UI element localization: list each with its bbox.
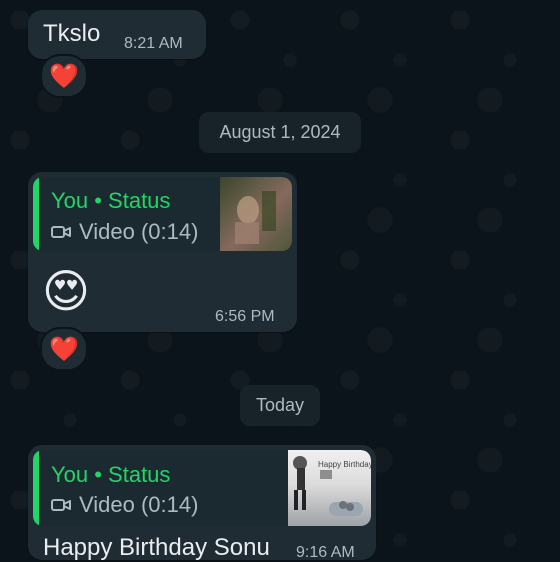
heart-icon: ❤️ bbox=[49, 335, 79, 363]
message-text-3: Happy Birthday Sonu bbox=[43, 534, 270, 561]
chat-thread[interactable]: Tkslo 8:21 AM ❤️ August 1, 2024 You • St… bbox=[0, 0, 560, 561]
status-reply-quote-3[interactable]: You • Status Video (0:14) Happy Birthday bbox=[33, 450, 371, 526]
message-time-3: 9:16 AM bbox=[296, 544, 355, 561]
date-separator-label-2: Today bbox=[255, 395, 305, 415]
thumbnail-title-text: Happy Birthday bbox=[318, 460, 371, 469]
status-reply-quote-2[interactable]: You • Status Video (0:14) bbox=[33, 177, 292, 251]
quote-accent-bar bbox=[33, 450, 39, 526]
date-separator-2: Today bbox=[240, 385, 320, 426]
quote-accent-bar bbox=[33, 177, 39, 251]
video-camera-icon bbox=[51, 499, 71, 511]
reaction-badge-1[interactable]: ❤️ bbox=[40, 54, 88, 98]
video-camera-icon bbox=[51, 226, 71, 238]
quote-author-2: You • Status bbox=[51, 188, 171, 213]
quote-author-3: You • Status bbox=[51, 462, 171, 487]
reaction-badge-2[interactable]: ❤️ bbox=[40, 327, 88, 371]
message-text-1: Tkslo bbox=[43, 20, 101, 47]
quote-type-label-2: Video (0:14) bbox=[79, 219, 199, 244]
date-separator-label-1: August 1, 2024 bbox=[219, 122, 341, 142]
heart-eyes-emoji-icon: 😍 bbox=[42, 265, 90, 317]
quote-type-3: Video (0:14) bbox=[51, 492, 198, 518]
quote-type-label-3: Video (0:14) bbox=[79, 492, 199, 517]
message-time-1: 8:21 AM bbox=[124, 35, 183, 52]
date-separator-1: August 1, 2024 bbox=[199, 112, 361, 153]
message-time-2: 6:56 PM bbox=[215, 308, 275, 325]
quote-type-2: Video (0:14) bbox=[51, 219, 198, 245]
status-video-thumbnail-3[interactable]: Happy Birthday bbox=[288, 450, 371, 526]
heart-icon: ❤️ bbox=[49, 62, 79, 90]
status-video-thumbnail-2[interactable] bbox=[220, 177, 292, 251]
